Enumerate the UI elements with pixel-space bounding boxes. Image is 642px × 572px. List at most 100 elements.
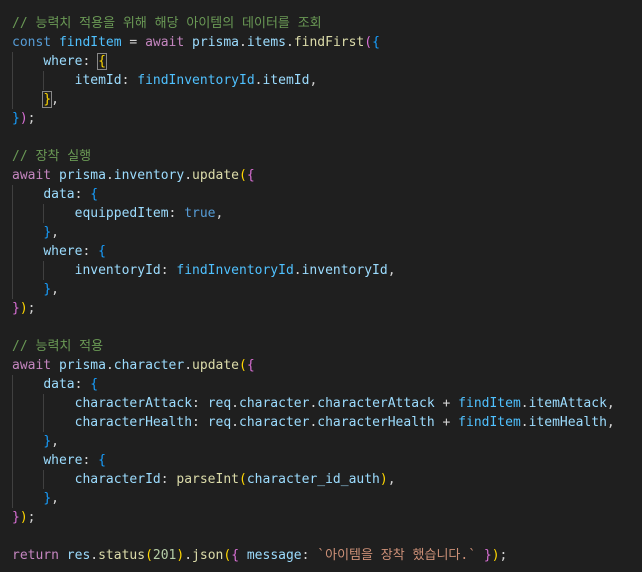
code-token: itemAttack [528, 396, 607, 411]
code-token: . [105, 168, 114, 183]
code-token: prisma [58, 358, 106, 373]
code-token: character [239, 415, 310, 430]
code-token: characterHealth [317, 415, 435, 430]
code-line: }); [12, 508, 35, 527]
code-token: { [90, 187, 99, 202]
code-line: // 장착 실행 [12, 147, 91, 166]
code-token: characterHealth [74, 415, 193, 430]
code-line: await prisma.character.update({ [12, 356, 255, 375]
code-token: . [90, 548, 99, 563]
code-token: items [246, 35, 286, 50]
code-token: , [606, 415, 615, 430]
code-token: ) [379, 472, 388, 487]
code-token: . [239, 35, 247, 50]
code-token: ( [223, 548, 232, 563]
code-token: . [520, 396, 529, 411]
code-token: { [98, 453, 106, 468]
code-token: { [97, 53, 107, 70]
code-token: { [372, 35, 380, 50]
code-token: inventory [113, 168, 185, 183]
code-token: { [246, 358, 255, 373]
code-token: ; [499, 548, 508, 563]
code-token: characterId [74, 472, 161, 487]
code-token: where [43, 244, 83, 259]
code-token: ) [19, 301, 28, 316]
code-token: ; [27, 301, 36, 316]
code-token: ( [239, 168, 247, 183]
code-line: itemId: findInventoryId.itemId, [12, 71, 318, 90]
code-token: : [74, 377, 91, 392]
code-token: ; [27, 111, 36, 126]
code-token: character [113, 358, 185, 373]
code-token: data [43, 187, 75, 202]
code-token: , [51, 491, 59, 506]
code-token: } [43, 434, 52, 449]
code-token: . [285, 35, 294, 50]
code-line: await prisma.inventory.update({ [12, 166, 255, 185]
code-line: where: { [12, 52, 107, 71]
code-token: { [231, 548, 240, 563]
code-token: json [192, 548, 224, 563]
code-token: characterAttack [317, 396, 435, 411]
code-token: ( [239, 358, 247, 373]
code-line: return res.status(201).json({ message: `… [12, 546, 507, 565]
code-line: // 능력치 적용 [12, 337, 103, 356]
code-token: findItem [458, 415, 521, 430]
code-token: : [82, 54, 99, 69]
code-token: } [42, 91, 53, 108]
code-token: prisma [192, 35, 240, 50]
code-token: . [231, 415, 239, 430]
code-line: characterHealth: req.character.character… [12, 413, 615, 432]
code-token: const [12, 35, 52, 50]
code-token: inventoryId [301, 263, 388, 278]
code-token: return [12, 548, 59, 563]
code-token: equippedItem [74, 206, 169, 221]
code-token: itemId [262, 73, 310, 88]
code-token: . [105, 358, 114, 373]
code-token: : [301, 548, 318, 563]
code-token: // 능력치 적용 [12, 339, 104, 354]
code-editor[interactable]: // 능력치 적용을 위해 해당 아이템의 데이터를 조회 const findI… [0, 0, 642, 572]
code-token: . [184, 168, 193, 183]
code-token: prisma [58, 168, 106, 183]
code-line: equippedItem: true, [12, 204, 224, 223]
code-token: findInventoryId [176, 263, 294, 278]
code-token: . [184, 548, 193, 563]
code-token: : [168, 206, 185, 221]
code-token: , [51, 282, 59, 297]
code-token: : [160, 263, 177, 278]
code-line: characterAttack: req.character.character… [12, 394, 615, 413]
code-token: . [520, 415, 529, 430]
code-token: . [184, 358, 193, 373]
code-token: , [387, 263, 396, 278]
code-token: : [82, 244, 99, 259]
code-token: } [43, 491, 52, 506]
code-line: }); [12, 299, 35, 318]
code-token: update [192, 358, 240, 373]
code-token: characterAttack [74, 396, 193, 411]
code-token: itemHealth [528, 415, 607, 430]
code-token: findFirst [293, 35, 365, 50]
code-token: } [43, 282, 52, 297]
code-token: } [12, 301, 20, 316]
code-token: inventoryId [74, 263, 161, 278]
code-token: { [98, 244, 106, 259]
code-token: findItem [458, 396, 521, 411]
code-token: await [12, 168, 52, 183]
code-token: } [12, 510, 20, 525]
code-line: }, [12, 432, 59, 451]
code-token: await [145, 35, 185, 50]
code-line: }); [12, 109, 35, 128]
code-token: , [51, 434, 59, 449]
